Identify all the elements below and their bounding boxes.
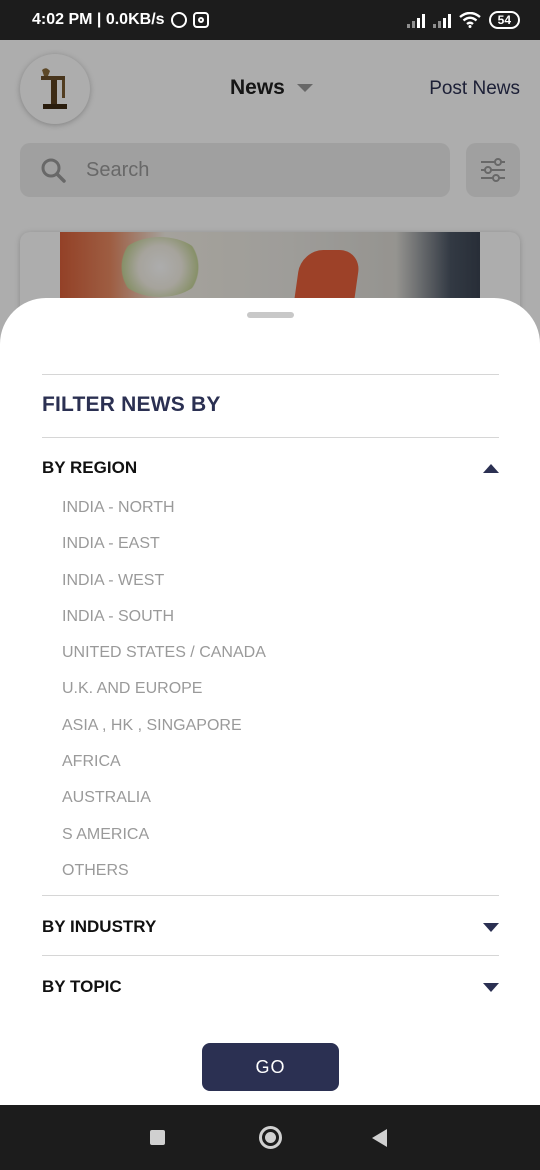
section-label: BY REGION (42, 458, 138, 477)
region-option[interactable]: UNITED STATES / CANADA (62, 641, 266, 677)
navigation-bar (0, 1105, 540, 1170)
back-icon[interactable] (372, 1129, 387, 1147)
section-by-industry[interactable]: BY INDUSTRY (42, 915, 499, 939)
divider (42, 374, 499, 375)
drag-handle[interactable] (247, 312, 294, 318)
region-option[interactable]: U.K. AND EUROPE (62, 677, 266, 713)
divider (42, 955, 499, 956)
region-option[interactable]: ASIA , HK , SINGAPORE (62, 714, 266, 750)
signal-icon (432, 12, 451, 28)
sheet-title: FILTER NEWS BY (42, 393, 221, 416)
divider (42, 437, 499, 438)
recents-icon[interactable] (150, 1130, 165, 1145)
alarm-icon (170, 12, 187, 28)
filter-bottom-sheet: FILTER NEWS BY BY REGION INDIA - NORTH I… (0, 298, 540, 1105)
battery-indicator: 54 (488, 11, 520, 29)
section-label: BY TOPIC (42, 977, 122, 996)
region-option[interactable]: AFRICA (62, 750, 266, 786)
region-option[interactable]: INDIA - NORTH (62, 496, 266, 532)
chevron-down-icon (483, 922, 499, 932)
status-bar: 4:02 PM | 0.0KB/s 54 (0, 0, 540, 40)
section-label: BY INDUSTRY (42, 917, 157, 936)
region-option[interactable]: S AMERICA (62, 823, 266, 859)
go-button[interactable]: GO (202, 1043, 339, 1091)
home-icon[interactable] (259, 1126, 282, 1149)
region-options: INDIA - NORTH INDIA - EAST INDIA - WEST … (62, 496, 266, 895)
region-option[interactable]: INDIA - SOUTH (62, 605, 266, 641)
section-by-topic[interactable]: BY TOPIC (42, 975, 499, 999)
wifi-icon (458, 12, 481, 28)
region-option[interactable]: AUSTRALIA (62, 786, 266, 822)
chevron-down-icon (483, 982, 499, 992)
region-option[interactable]: OTHERS (62, 859, 266, 895)
divider (42, 895, 499, 896)
signal-icon (406, 12, 425, 28)
instagram-icon (192, 12, 209, 28)
region-option[interactable]: INDIA - WEST (62, 569, 266, 605)
status-time: 4:02 PM | 0.0KB/s (32, 11, 165, 28)
region-option[interactable]: INDIA - EAST (62, 532, 266, 568)
chevron-up-icon (483, 463, 499, 473)
section-by-region[interactable]: BY REGION (42, 456, 499, 480)
